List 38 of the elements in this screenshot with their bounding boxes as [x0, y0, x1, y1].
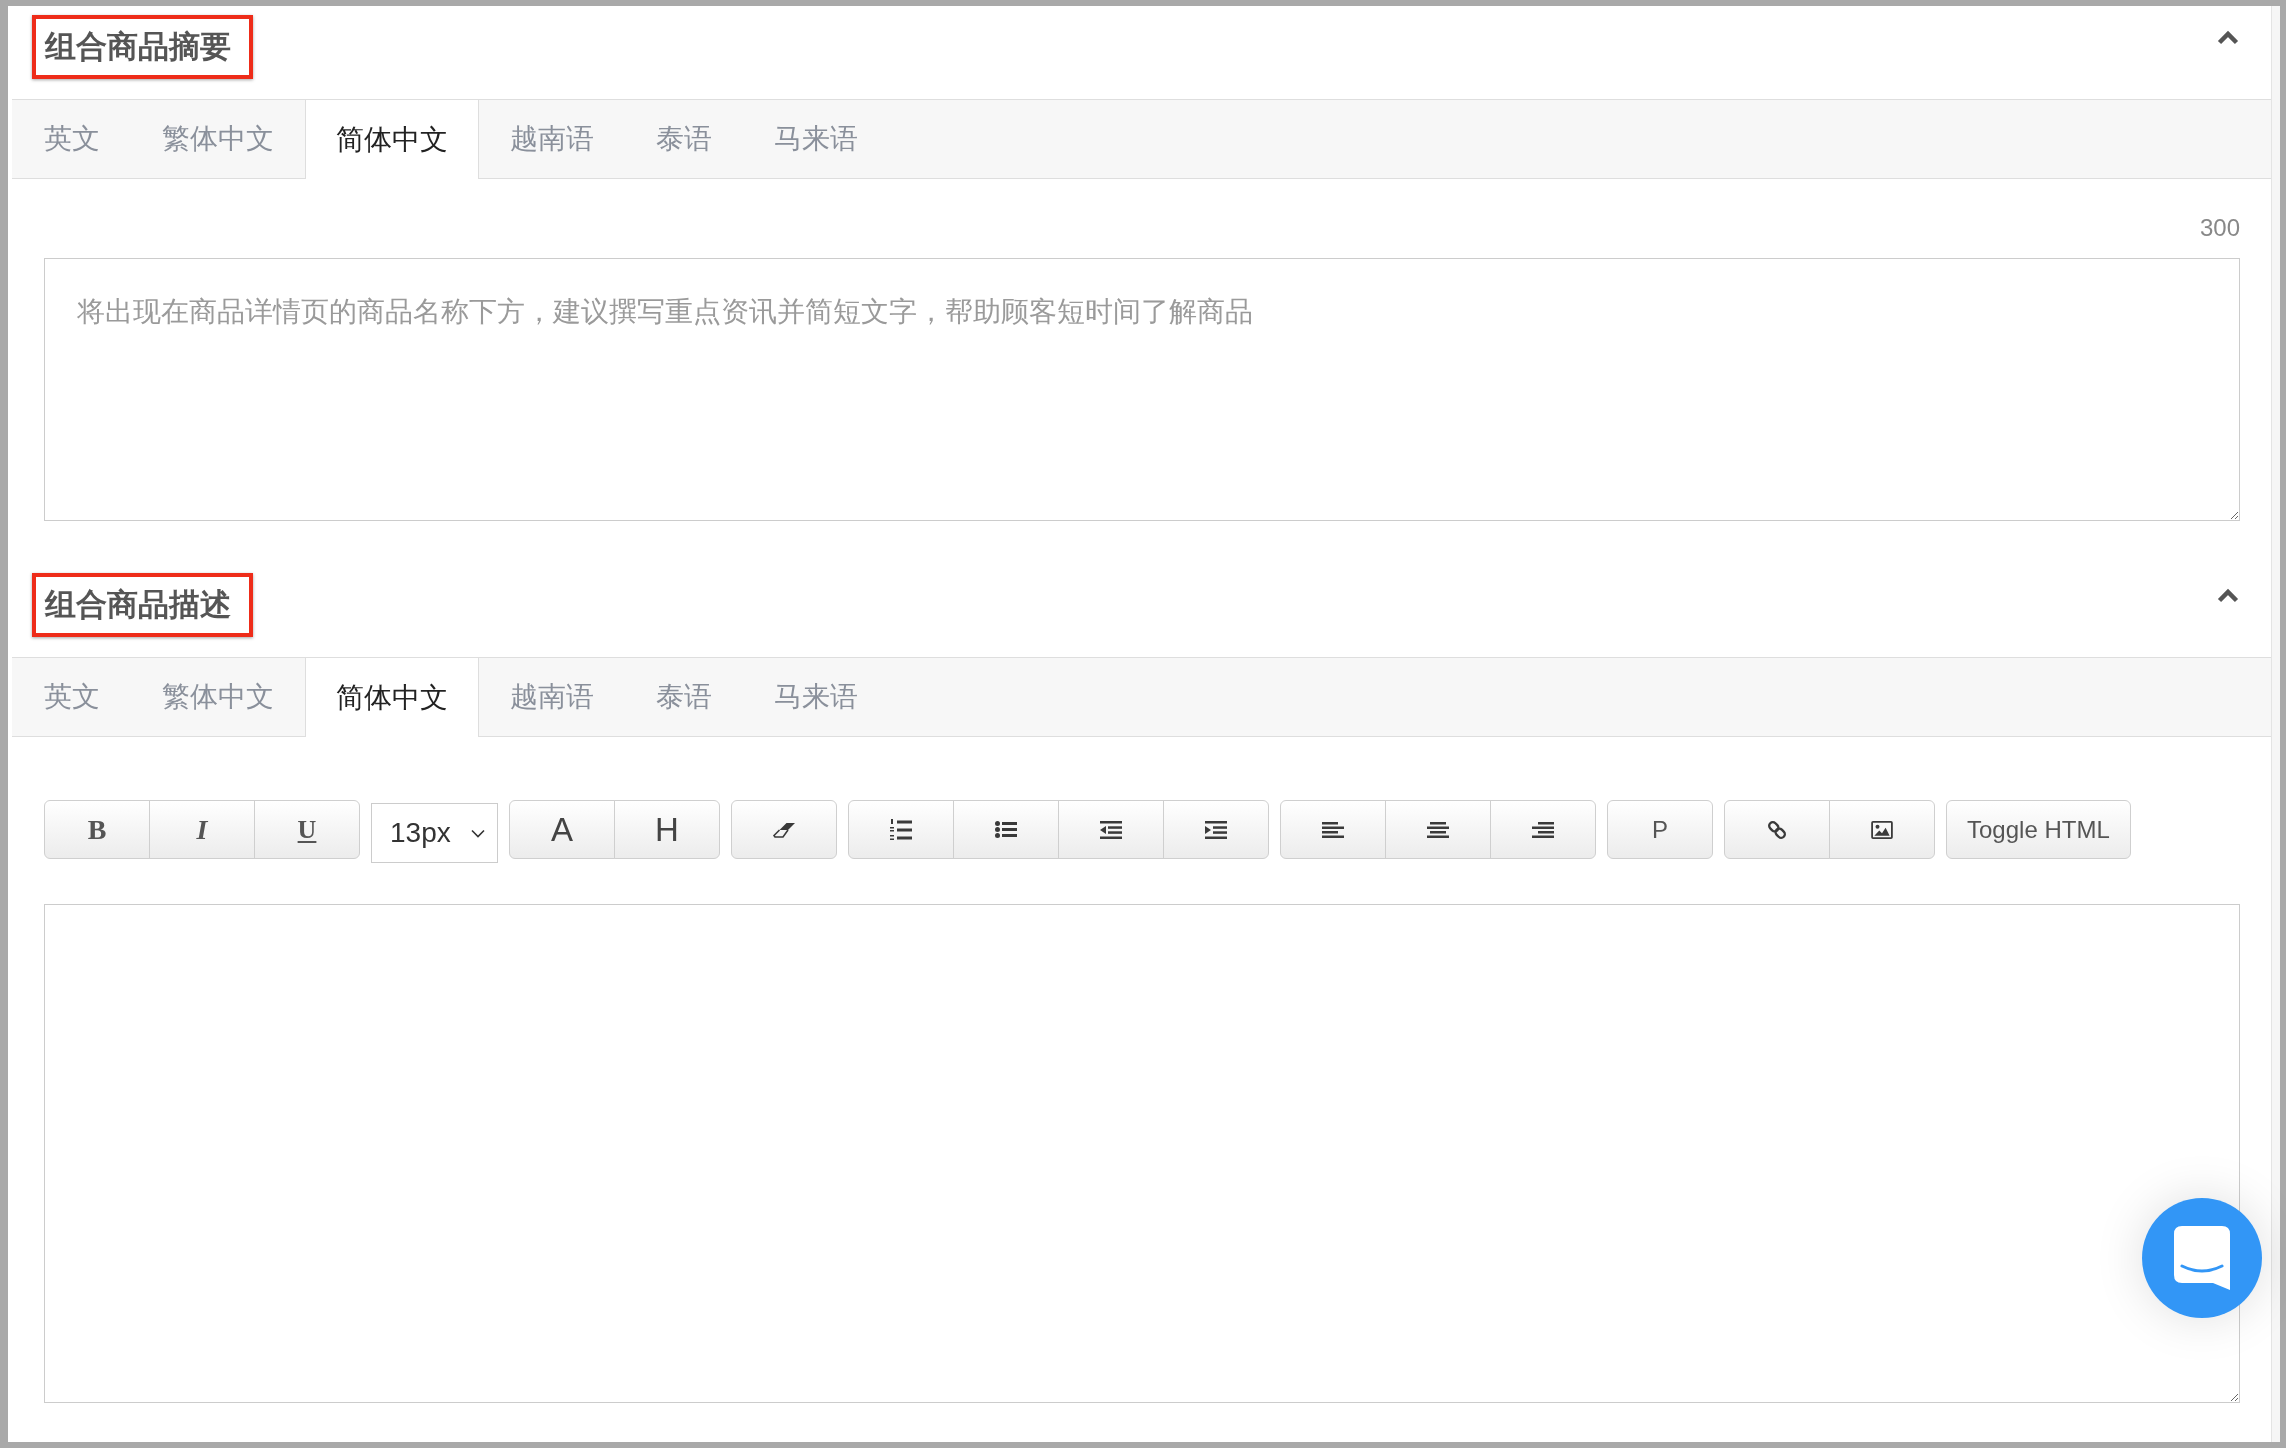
chevron-up-icon: [2217, 588, 2239, 603]
link-icon: [1767, 819, 1787, 840]
italic-button[interactable]: I: [149, 800, 255, 859]
toolbar-button[interactable]: [1490, 800, 1596, 859]
toolbar-button[interactable]: [1163, 800, 1269, 859]
language-tab[interactable]: 简体中文: [305, 658, 479, 737]
bold-button[interactable]: B: [44, 800, 150, 859]
section-title: 组合商品描述: [32, 573, 253, 637]
collapse-button[interactable]: [2217, 588, 2239, 603]
language-tab[interactable]: 简体中文: [305, 100, 479, 179]
section-title: 组合商品摘要: [32, 15, 253, 79]
toolbar-button[interactable]: [953, 800, 1059, 859]
chat-bubble-icon: [2174, 1226, 2230, 1290]
format-button[interactable]: A: [509, 800, 615, 859]
align-right-icon: [1532, 821, 1554, 838]
summary-field[interactable]: 将出现在商品详情页的商品名称下方，建议撰写重点资讯并简短文字，帮助顾客短时间了解商品: [44, 258, 2240, 521]
toolbar-button[interactable]: [1280, 800, 1386, 859]
editor-field[interactable]: [44, 904, 2240, 1403]
underline-button[interactable]: U: [254, 800, 360, 859]
format-button[interactable]: H: [614, 800, 720, 859]
indent-icon: [1205, 820, 1227, 839]
character-counter: 300: [2199, 213, 2240, 243]
toolbar-button[interactable]: [1058, 800, 1164, 859]
bullet-list-icon: [995, 821, 1017, 838]
toolbar-button[interactable]: [1385, 800, 1491, 859]
toolbar-button[interactable]: Toggle HTML: [1946, 800, 2131, 859]
align-center-icon: [1427, 821, 1449, 838]
chevron-down-icon: [471, 828, 485, 838]
collapse-button[interactable]: [2217, 30, 2239, 45]
font-size-select[interactable]: 13px: [371, 803, 498, 863]
numbered-list-icon: [890, 818, 912, 841]
chevron-up-icon: [2217, 30, 2239, 45]
image-icon: [1871, 820, 1893, 839]
outdent-icon: [1100, 820, 1122, 839]
align-left-icon: [1322, 821, 1344, 838]
eraser-icon: [772, 821, 796, 838]
toolbar-button[interactable]: P: [1607, 800, 1713, 859]
toolbar-button[interactable]: [1829, 800, 1935, 859]
